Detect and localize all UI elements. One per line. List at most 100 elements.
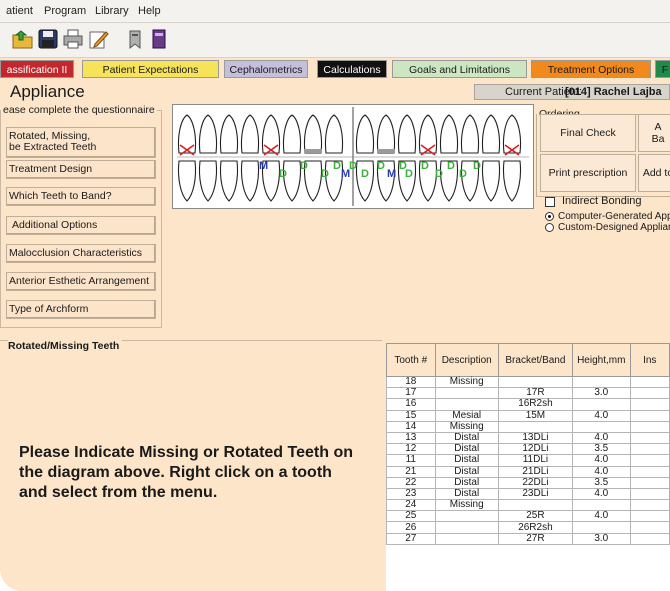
tooth-number-cell: 13: [386, 431, 436, 445]
tab-calculations[interactable]: Calculations: [317, 60, 387, 78]
table-row[interactable]: 27 27R 3.0: [386, 532, 670, 545]
table-row[interactable]: 15 Mesial 15M 4.0: [386, 409, 670, 422]
table-row[interactable]: 25 25R 4.0: [386, 510, 670, 523]
add-bands-button[interactable]: A Ba: [638, 114, 670, 152]
table-row[interactable]: 17 17R 3.0: [386, 387, 670, 400]
q-anterior-esthetic-button[interactable]: Anterior Esthetic Arrangement: [6, 272, 156, 291]
upper-tooth[interactable]: [282, 114, 302, 154]
tab-patient-expectations[interactable]: Patient Expectations: [82, 60, 219, 78]
bracket-band-cell: 17R: [497, 387, 574, 400]
height-cell: 4.0: [572, 409, 631, 422]
upper-tooth[interactable]: [219, 114, 239, 154]
custom-designed-radio[interactable]: [545, 223, 554, 232]
upper-tooth[interactable]: [502, 114, 522, 154]
open-folder-icon[interactable]: [12, 28, 34, 50]
upper-tooth[interactable]: [177, 114, 197, 154]
q-archform-button[interactable]: Type of Archform: [6, 300, 156, 319]
ins-cell: [629, 375, 670, 389]
upper-tooth[interactable]: [261, 114, 281, 154]
menu-bar: atient Program Library Help: [0, 0, 670, 23]
table-row[interactable]: 11 Distal 11DLi 4.0: [386, 454, 670, 467]
final-check-button[interactable]: Final Check: [540, 114, 636, 152]
table-row[interactable]: 12 Distal 12DLi 3.5: [386, 443, 670, 456]
upper-tooth[interactable]: [376, 114, 396, 154]
print-prescription-button[interactable]: Print prescription: [540, 154, 636, 192]
diagram-letter: D: [349, 160, 357, 172]
table-row[interactable]: 13 Distal 13DLi 4.0: [386, 431, 670, 445]
computer-generated-radio[interactable]: [545, 212, 554, 221]
upper-tooth[interactable]: [355, 114, 375, 154]
bracket-band-cell: 23DLi: [497, 487, 574, 501]
bookmark-icon[interactable]: [124, 28, 146, 50]
tooth-diagram[interactable]: MDDDDMDDDMDDDDDDD: [172, 104, 534, 209]
lower-tooth[interactable]: [240, 160, 260, 202]
table-row[interactable]: 14 Missing: [386, 420, 670, 433]
lower-tooth[interactable]: [502, 160, 522, 202]
tab-cephalometrics[interactable]: Cephalometrics: [224, 60, 308, 78]
upper-tooth[interactable]: [240, 114, 260, 154]
description-cell: [434, 398, 499, 411]
description-cell: [434, 532, 499, 545]
lower-tooth[interactable]: [177, 160, 197, 202]
diagram-letter: D: [279, 168, 287, 180]
q-treatment-design-button[interactable]: Treatment Design: [6, 160, 156, 179]
menu-help[interactable]: Help: [138, 5, 161, 17]
height-cell: 4.0: [572, 465, 631, 478]
menu-program[interactable]: Program: [44, 5, 86, 17]
upper-tooth[interactable]: [397, 114, 417, 154]
upper-tooth[interactable]: [418, 114, 438, 154]
upper-tooth[interactable]: [324, 114, 344, 154]
upper-tooth[interactable]: [481, 114, 501, 154]
ins-cell: [629, 476, 670, 489]
tab-next[interactable]: F: [655, 60, 670, 78]
table-row[interactable]: 24 Missing: [386, 499, 670, 512]
diagram-letter: D: [333, 160, 341, 172]
q-teeth-to-band-button[interactable]: Which Teeth to Band?: [6, 187, 156, 206]
table-row[interactable]: 22 Distal 22DLi 3.5: [386, 476, 670, 489]
table-row[interactable]: 16 16R2sh: [386, 398, 670, 411]
q-teeth-to-band-label: Which Teeth to Band?: [9, 190, 112, 202]
lower-tooth[interactable]: [481, 160, 501, 202]
lower-tooth[interactable]: [355, 160, 375, 202]
tab-treatment-options[interactable]: Treatment Options: [531, 60, 651, 78]
diagram-letter: D: [321, 168, 329, 180]
ins-cell: [629, 499, 670, 512]
q-additional-options-button[interactable]: Additional Options: [6, 216, 156, 235]
lower-tooth[interactable]: [198, 160, 218, 202]
ins-cell: [629, 521, 670, 534]
q-anterior-esthetic-label: Anterior Esthetic Arrangement: [9, 275, 150, 287]
upper-tooth[interactable]: [303, 114, 323, 154]
table-row[interactable]: 23 Distal 23DLi 4.0: [386, 487, 670, 501]
tab-goals-limitations[interactable]: Goals and Limitations: [392, 60, 527, 78]
table-row[interactable]: 21 Distal 21DLi 4.0: [386, 465, 670, 478]
tab-classification[interactable]: assification II: [0, 60, 74, 78]
menu-library[interactable]: Library: [95, 5, 129, 17]
book-icon[interactable]: [148, 28, 170, 50]
add-to-button[interactable]: Add to: [638, 154, 670, 192]
radio-dot: [548, 215, 551, 218]
menu-patient[interactable]: atient: [6, 5, 33, 17]
upper-tooth[interactable]: [460, 114, 480, 154]
custom-designed-label: Custom-Designed Applian: [558, 222, 670, 233]
table-row[interactable]: 26 26R2sh: [386, 521, 670, 534]
upper-tooth[interactable]: [198, 114, 218, 154]
save-disk-icon[interactable]: [37, 28, 59, 50]
q-malocclusion-button[interactable]: Malocclusion Characteristics: [6, 244, 156, 263]
q-rotated-missing-button[interactable]: Rotated, Missing, be Extracted Teeth: [6, 127, 156, 158]
q-rotated-missing-label: Rotated, Missing, be Extracted Teeth: [9, 130, 97, 153]
bracket-band-cell: [497, 375, 574, 389]
height-cell: 4.0: [572, 454, 631, 467]
rotated-missing-panel: Rotated/Missing Teeth Please Indicate Mi…: [0, 340, 382, 591]
upper-tooth[interactable]: [439, 114, 459, 154]
edit-icon[interactable]: [87, 28, 109, 50]
ins-cell: [629, 487, 670, 501]
lower-tooth[interactable]: [219, 160, 239, 202]
tooth-number-cell: 22: [386, 476, 436, 489]
indirect-bonding-checkbox[interactable]: [545, 197, 555, 207]
ins-cell: [629, 420, 670, 433]
bracket-band-cell: [497, 420, 574, 433]
print-icon[interactable]: [62, 28, 84, 50]
lower-tooth[interactable]: [282, 160, 302, 202]
table-row[interactable]: 18 Missing: [386, 375, 670, 389]
height-cell: [572, 499, 631, 512]
